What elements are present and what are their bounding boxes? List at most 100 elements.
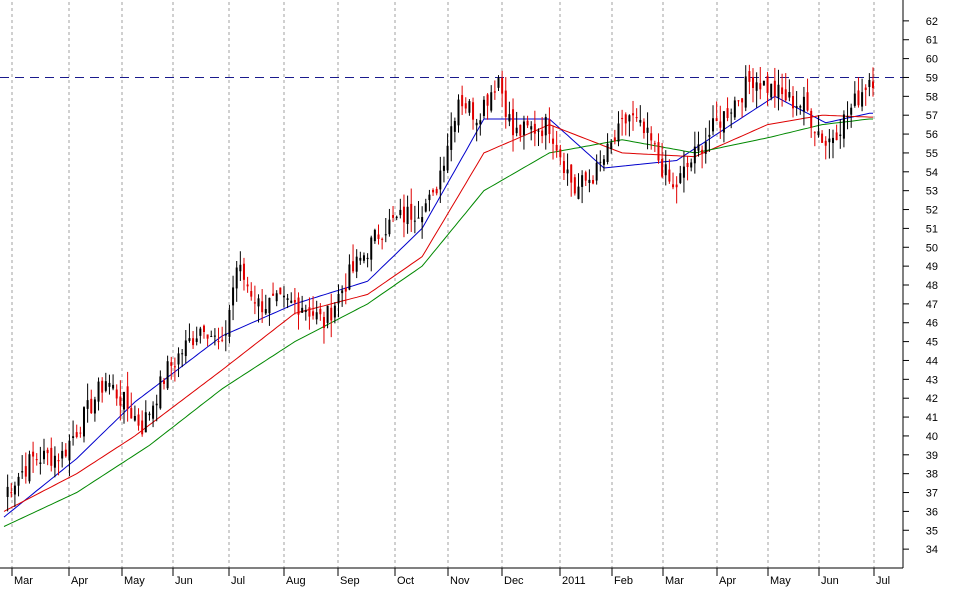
candle-body bbox=[341, 290, 344, 294]
candle-body bbox=[624, 114, 627, 124]
candle-body bbox=[672, 184, 675, 188]
month-label: May bbox=[770, 575, 791, 587]
month-label: Jun bbox=[821, 575, 839, 587]
candle-body bbox=[701, 149, 704, 154]
candle-body bbox=[577, 186, 580, 199]
candle-body bbox=[770, 83, 773, 98]
candle-body bbox=[450, 126, 453, 150]
price-tick-label: 45 bbox=[926, 337, 938, 349]
candle-body bbox=[301, 307, 304, 313]
candle-body bbox=[828, 138, 831, 143]
candle-body bbox=[10, 492, 13, 494]
month-label: Jun bbox=[175, 575, 193, 587]
candle-body bbox=[795, 106, 798, 108]
month-label: Apr bbox=[719, 575, 736, 587]
candle-body bbox=[693, 146, 696, 164]
price-tick-label: 44 bbox=[926, 355, 938, 367]
candle-body bbox=[144, 412, 147, 433]
price-tick-label: 59 bbox=[926, 72, 938, 84]
candle-body bbox=[406, 206, 409, 225]
candle-body bbox=[101, 380, 104, 393]
candle-body bbox=[439, 170, 442, 190]
candle-body bbox=[810, 110, 813, 128]
candle-body bbox=[719, 121, 722, 128]
candle-body bbox=[166, 361, 169, 389]
candle-body bbox=[748, 71, 751, 82]
candle-body bbox=[526, 120, 529, 126]
month-label: Apr bbox=[71, 575, 88, 587]
candle-body bbox=[286, 298, 289, 301]
candle-body bbox=[370, 237, 373, 260]
candle-body bbox=[170, 362, 173, 366]
candle-body bbox=[293, 299, 296, 303]
candle-body bbox=[181, 353, 184, 355]
candle-body bbox=[824, 140, 827, 146]
month-label: Nov bbox=[450, 575, 470, 587]
price-tick-label: 58 bbox=[926, 91, 938, 103]
candle-body bbox=[442, 165, 445, 171]
candle-body bbox=[402, 206, 405, 223]
month-label: 2011 bbox=[562, 575, 586, 587]
candle-body bbox=[388, 219, 391, 235]
candle-body bbox=[428, 194, 431, 201]
candle-body bbox=[464, 103, 467, 109]
price-tick-label: 49 bbox=[926, 261, 938, 273]
candle-body bbox=[682, 166, 685, 178]
candle-body bbox=[472, 102, 475, 120]
month-label: Sep bbox=[340, 575, 360, 587]
candle-body bbox=[581, 175, 584, 187]
candle-body bbox=[573, 177, 576, 194]
candle-body bbox=[773, 80, 776, 97]
candle-body bbox=[195, 338, 198, 342]
candle-body bbox=[177, 353, 180, 365]
price-tick-label: 34 bbox=[926, 544, 938, 556]
candle-body bbox=[570, 164, 573, 183]
candle-body bbox=[628, 115, 631, 122]
candle-body bbox=[853, 93, 856, 106]
candle-body bbox=[839, 134, 842, 137]
candle-body bbox=[410, 203, 413, 220]
candle-body bbox=[330, 307, 333, 321]
candle-body bbox=[868, 79, 871, 88]
candle-body bbox=[97, 381, 100, 402]
candle-body bbox=[246, 284, 249, 287]
month-label: Aug bbox=[286, 575, 306, 587]
price-tick-label: 38 bbox=[926, 469, 938, 481]
candle-body bbox=[457, 99, 460, 126]
candle-body bbox=[486, 94, 489, 106]
candle-body bbox=[784, 89, 787, 101]
candle-body bbox=[468, 101, 471, 113]
candle-body bbox=[482, 99, 485, 116]
candle-body bbox=[821, 133, 824, 143]
price-tick-label: 54 bbox=[926, 167, 938, 179]
candle-body bbox=[835, 132, 838, 141]
candle-body bbox=[155, 403, 158, 406]
candle-body bbox=[697, 144, 700, 151]
candle-body bbox=[777, 84, 780, 98]
candle-body bbox=[646, 127, 649, 133]
candle-body bbox=[562, 161, 565, 174]
candle-body bbox=[46, 449, 49, 454]
price-tick-label: 48 bbox=[926, 280, 938, 292]
candle-body bbox=[653, 143, 656, 145]
price-tick-label: 55 bbox=[926, 148, 938, 160]
candle-body bbox=[24, 466, 27, 477]
candle-body bbox=[533, 123, 536, 134]
candle-body bbox=[639, 119, 642, 123]
candle-body bbox=[290, 300, 293, 303]
candle-body bbox=[712, 118, 715, 132]
candle-body bbox=[632, 113, 635, 116]
candle-body bbox=[68, 440, 71, 461]
month-label: Mar bbox=[665, 575, 684, 587]
candle-body bbox=[315, 312, 318, 320]
candle-body bbox=[242, 263, 245, 280]
candle-body bbox=[599, 161, 602, 163]
candle-body bbox=[744, 76, 747, 108]
candle-body bbox=[192, 338, 195, 346]
candle-body bbox=[28, 454, 31, 482]
candle-body bbox=[522, 121, 525, 135]
candle-body bbox=[42, 450, 45, 460]
candle-body bbox=[762, 80, 765, 86]
candle-body bbox=[432, 189, 435, 193]
candle-body bbox=[752, 77, 755, 88]
